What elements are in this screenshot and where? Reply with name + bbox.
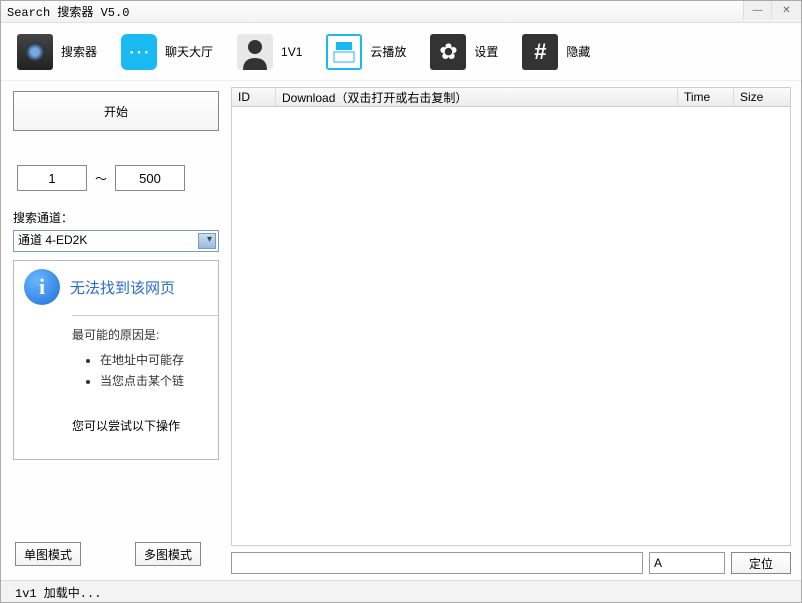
range-row: ～ <box>13 165 219 191</box>
range-to-input[interactable] <box>115 165 185 191</box>
mode-buttons: 单图模式 多图模式 <box>13 542 219 566</box>
cloud-icon <box>326 34 362 70</box>
close-button[interactable]: ✕ <box>771 1 801 19</box>
left-panel: 开始 ～ 搜索通道： 通道 4-ED2K i 无法找到该网页 最可能的原因是: … <box>1 81 231 580</box>
toolbar: 搜索器 ⋯ 聊天大厅 1V1 云播放 ✿ 设置 # 隐藏 <box>1 23 801 81</box>
small-input[interactable] <box>649 552 725 574</box>
error-reason-label: 最可能的原因是: <box>72 326 218 343</box>
start-button[interactable]: 开始 <box>13 91 219 131</box>
locate-button[interactable]: 定位 <box>731 552 791 574</box>
error-reason-item: 当您点击某个链 <box>100 372 218 389</box>
toolbar-label: 搜索器 <box>61 43 97 60</box>
toolbar-label: 云播放 <box>370 43 406 60</box>
toolbar-cloud[interactable]: 云播放 <box>326 34 406 70</box>
status-bar: 1v1 加载中... <box>1 580 801 602</box>
error-reason-list: 在地址中可能存 当您点击某个链 <box>100 351 218 389</box>
user-icon <box>237 34 273 70</box>
titlebar: Search 搜索器 V5.0 — ✕ <box>1 1 801 23</box>
range-from-input[interactable] <box>17 165 87 191</box>
toolbar-search[interactable]: 搜索器 <box>17 34 97 70</box>
status-text: 1v1 加载中... <box>15 587 101 601</box>
divider <box>72 315 218 316</box>
error-reason-item: 在地址中可能存 <box>100 351 218 368</box>
toolbar-label: 1V1 <box>281 45 302 59</box>
main-window: Search 搜索器 V5.0 — ✕ 搜索器 ⋯ 聊天大厅 1V1 云播放 ✿… <box>0 0 802 603</box>
info-icon: i <box>24 269 60 305</box>
toolbar-label: 设置 <box>474 43 498 60</box>
toolbar-label: 隐藏 <box>566 43 590 60</box>
channel-value: 通道 4-ED2K <box>18 233 87 247</box>
toolbar-hide[interactable]: # 隐藏 <box>522 34 590 70</box>
channel-label: 搜索通道： <box>13 209 219 226</box>
th-size[interactable]: Size <box>734 88 790 106</box>
chat-icon: ⋯ <box>121 34 157 70</box>
camera-icon <box>17 34 53 70</box>
error-title: 无法找到该网页 <box>70 277 175 298</box>
hash-icon: # <box>522 34 558 70</box>
error-box: i 无法找到该网页 最可能的原因是: 在地址中可能存 当您点击某个链 您可以尝试… <box>13 260 219 460</box>
th-download[interactable]: Download（双击打开或右击复制） <box>276 88 678 106</box>
minimize-button[interactable]: — <box>743 1 771 19</box>
table-header: ID Download（双击打开或右击复制） Time Size <box>231 87 791 107</box>
th-id[interactable]: ID <box>232 88 276 106</box>
toolbar-label: 聊天大厅 <box>165 43 213 60</box>
channel-select[interactable]: 通道 4-ED2K <box>13 230 219 252</box>
error-try-label: 您可以尝试以下操作 <box>72 417 218 434</box>
toolbar-1v1[interactable]: 1V1 <box>237 34 302 70</box>
path-input[interactable] <box>231 552 643 574</box>
bottom-row: 定位 <box>231 552 791 574</box>
toolbar-chat[interactable]: ⋯ 聊天大厅 <box>121 34 213 70</box>
gear-icon: ✿ <box>430 34 466 70</box>
th-time[interactable]: Time <box>678 88 734 106</box>
right-panel: ID Download（双击打开或右击复制） Time Size 定位 <box>231 81 801 580</box>
range-separator: ～ <box>95 170 107 187</box>
window-title: Search 搜索器 V5.0 <box>7 3 129 20</box>
table-body[interactable] <box>231 107 791 546</box>
error-header: i 无法找到该网页 <box>24 269 218 305</box>
multi-mode-button[interactable]: 多图模式 <box>135 542 201 566</box>
toolbar-settings[interactable]: ✿ 设置 <box>430 34 498 70</box>
single-mode-button[interactable]: 单图模式 <box>15 542 81 566</box>
content-area: 开始 ～ 搜索通道： 通道 4-ED2K i 无法找到该网页 最可能的原因是: … <box>1 81 801 580</box>
window-buttons: — ✕ <box>743 1 801 19</box>
